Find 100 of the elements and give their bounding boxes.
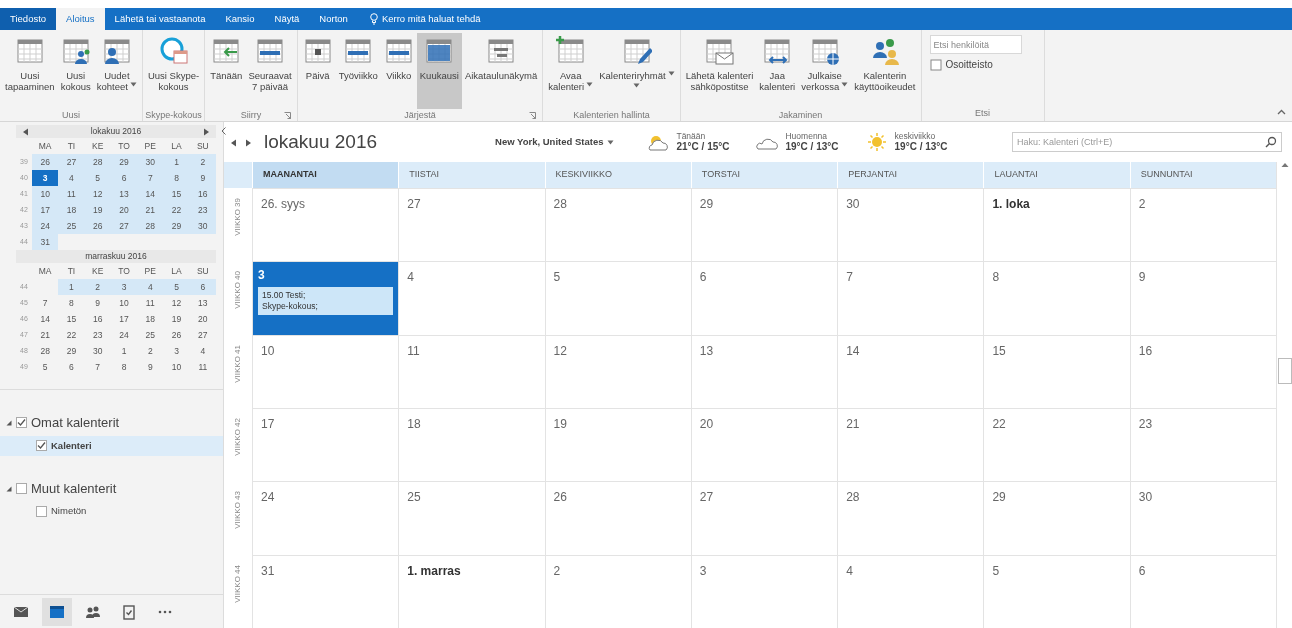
mini-calendar-day[interactable]: 8: [110, 359, 138, 375]
day-cell[interactable]: 5: [983, 554, 1130, 628]
scrollbar[interactable]: [1276, 162, 1292, 628]
mini-calendar-day[interactable]: 7: [32, 295, 59, 311]
mini-calendar-day[interactable]: 19: [84, 202, 111, 218]
day-cell[interactable]: 31: [252, 554, 399, 628]
day-cell[interactable]: 13: [690, 334, 838, 408]
mini-calendar-day[interactable]: 18: [137, 311, 164, 327]
day-cell[interactable]: 18: [398, 408, 545, 482]
calendar-folder-item[interactable]: Nimetön: [0, 501, 223, 522]
mini-calendar-day[interactable]: 16: [189, 186, 216, 202]
day-cell[interactable]: 1. loka: [983, 188, 1130, 262]
day-cell[interactable]: 28: [837, 481, 984, 555]
ribbon-button[interactable]: Jaa kalenteri: [756, 33, 799, 109]
ribbon-button[interactable]: Avaa kalenteri: [545, 33, 597, 109]
mini-calendar-day[interactable]: 16: [84, 311, 111, 327]
ribbon-button[interactable]: Seuraavat 7 päivää: [245, 33, 295, 109]
mini-calendar-day[interactable]: 26: [32, 154, 59, 170]
mini-calendar-day[interactable]: 26: [84, 218, 111, 234]
mini-calendar-day[interactable]: 27: [110, 218, 138, 234]
mini-calendar-day[interactable]: 2: [189, 154, 216, 170]
ribbon-tab[interactable]: Lähetä tai vastaanota: [104, 8, 216, 30]
mini-calendar-day[interactable]: 29: [110, 154, 138, 170]
mini-calendar-day[interactable]: 11: [137, 295, 164, 311]
day-cell[interactable]: 7: [837, 261, 984, 335]
day-cell[interactable]: 14: [837, 334, 984, 408]
ribbon-button[interactable]: Uusi tapaaminen: [2, 33, 58, 109]
mini-calendar-day[interactable]: 1: [110, 343, 138, 359]
mini-calendar-day[interactable]: 6: [110, 170, 138, 186]
mini-calendar-day[interactable]: 23: [189, 202, 216, 218]
ribbon-tab[interactable]: Näytä: [264, 8, 310, 30]
day-cell[interactable]: 4: [837, 554, 984, 628]
ribbon-button[interactable]: Uudet kohteet: [93, 33, 140, 109]
mini-calendar-day[interactable]: 11: [189, 359, 216, 375]
day-cell[interactable]: 29: [690, 188, 838, 262]
checkbox[interactable]: [36, 505, 47, 517]
mini-calendar-day[interactable]: 9: [189, 170, 216, 186]
address-book-button[interactable]: Osoitteisto: [929, 54, 993, 75]
day-cell[interactable]: 9: [1129, 261, 1276, 335]
day-cell[interactable]: 29: [983, 481, 1130, 555]
ribbon-button[interactable]: Tänään: [207, 33, 246, 109]
checkbox[interactable]: [16, 417, 27, 429]
mini-calendar-day[interactable]: 8: [163, 170, 190, 186]
mini-calendar-day[interactable]: 27: [189, 327, 216, 343]
mini-calendar-day[interactable]: 5: [32, 359, 59, 375]
mini-calendar-day[interactable]: 3: [32, 170, 59, 186]
mini-calendar-day[interactable]: 1: [163, 154, 190, 170]
mini-calendar-day[interactable]: 27: [58, 154, 85, 170]
day-cell[interactable]: 25: [398, 481, 545, 555]
ribbon-button[interactable]: Viikko: [380, 33, 417, 109]
mini-calendar-day[interactable]: 29: [58, 343, 85, 359]
mini-calendar-day[interactable]: 17: [110, 311, 138, 327]
mini-calendar-day[interactable]: 10: [32, 186, 59, 202]
day-cell[interactable]: 2: [1129, 188, 1276, 262]
day-cell[interactable]: 3: [690, 554, 838, 628]
ribbon-button[interactable]: Lähetä kalenteri sähköpostitse: [682, 33, 757, 109]
ribbon-button[interactable]: Uusi Skype- kokous: [144, 33, 203, 109]
ribbon-button[interactable]: Kalenteriryhmät: [596, 33, 678, 109]
nav-button[interactable]: [42, 597, 72, 626]
mini-calendar-day[interactable]: 4: [58, 170, 85, 186]
day-cell[interactable]: 10: [252, 334, 399, 408]
tell-me-box[interactable]: Kerro mitä haluat tehdä: [357, 8, 493, 30]
ribbon-button[interactable]: Kuukausi: [416, 33, 462, 109]
ribbon-button[interactable]: Uusi kokous: [57, 33, 94, 109]
ribbon-button[interactable]: Julkaise verkossa: [798, 33, 852, 109]
mini-calendar-day[interactable]: 4: [189, 343, 216, 359]
mini-calendar-day[interactable]: 29: [163, 218, 190, 234]
people-search-field[interactable]: Etsi henkilöitä: [929, 35, 1022, 54]
folder-group-label[interactable]: Muut kalenterit: [31, 478, 117, 499]
mini-calendar-day[interactable]: 13: [110, 186, 138, 202]
mini-calendar-day[interactable]: 18: [58, 202, 85, 218]
ribbon-tab[interactable]: Kansio: [215, 8, 265, 30]
mini-calendar-day[interactable]: 6: [189, 279, 216, 295]
ribbon-tab[interactable]: Aloitus: [56, 8, 105, 30]
mini-calendar-day[interactable]: 3: [163, 343, 190, 359]
mini-calendar-day[interactable]: 7: [137, 170, 164, 186]
mini-calendar-day[interactable]: 20: [110, 202, 138, 218]
mini-calendar-day[interactable]: 6: [58, 359, 85, 375]
calendar-folder-item[interactable]: Kalenteri: [0, 435, 223, 456]
mini-calendar-day[interactable]: 23: [84, 327, 111, 343]
checkbox[interactable]: [36, 440, 47, 452]
mini-calendar-day[interactable]: 20: [189, 311, 216, 327]
day-cell[interactable]: 27: [690, 481, 838, 555]
day-cell[interactable]: 5: [544, 261, 691, 335]
mini-calendar-day[interactable]: 8: [58, 295, 85, 311]
mini-calendar-day[interactable]: 1: [58, 279, 85, 295]
day-cell[interactable]: 6: [1129, 554, 1276, 628]
mini-calendar-day[interactable]: 30: [137, 154, 164, 170]
mini-calendar-day[interactable]: 2: [84, 279, 111, 295]
mini-calendar-day[interactable]: 25: [137, 327, 164, 343]
day-cell[interactable]: 16: [1129, 334, 1276, 408]
mini-calendar-day[interactable]: 2: [137, 343, 164, 359]
ribbon-button[interactable]: Päivä: [299, 33, 336, 109]
mini-calendar-day[interactable]: 19: [163, 311, 190, 327]
day-cell[interactable]: 17: [252, 408, 399, 482]
mini-calendar-day[interactable]: 21: [32, 327, 59, 343]
mini-calendar-day[interactable]: 30: [84, 343, 111, 359]
mini-calendar-day[interactable]: 14: [32, 311, 59, 327]
ribbon-tab[interactable]: Tiedosto: [0, 8, 57, 30]
mini-calendar-day[interactable]: 5: [163, 279, 190, 295]
